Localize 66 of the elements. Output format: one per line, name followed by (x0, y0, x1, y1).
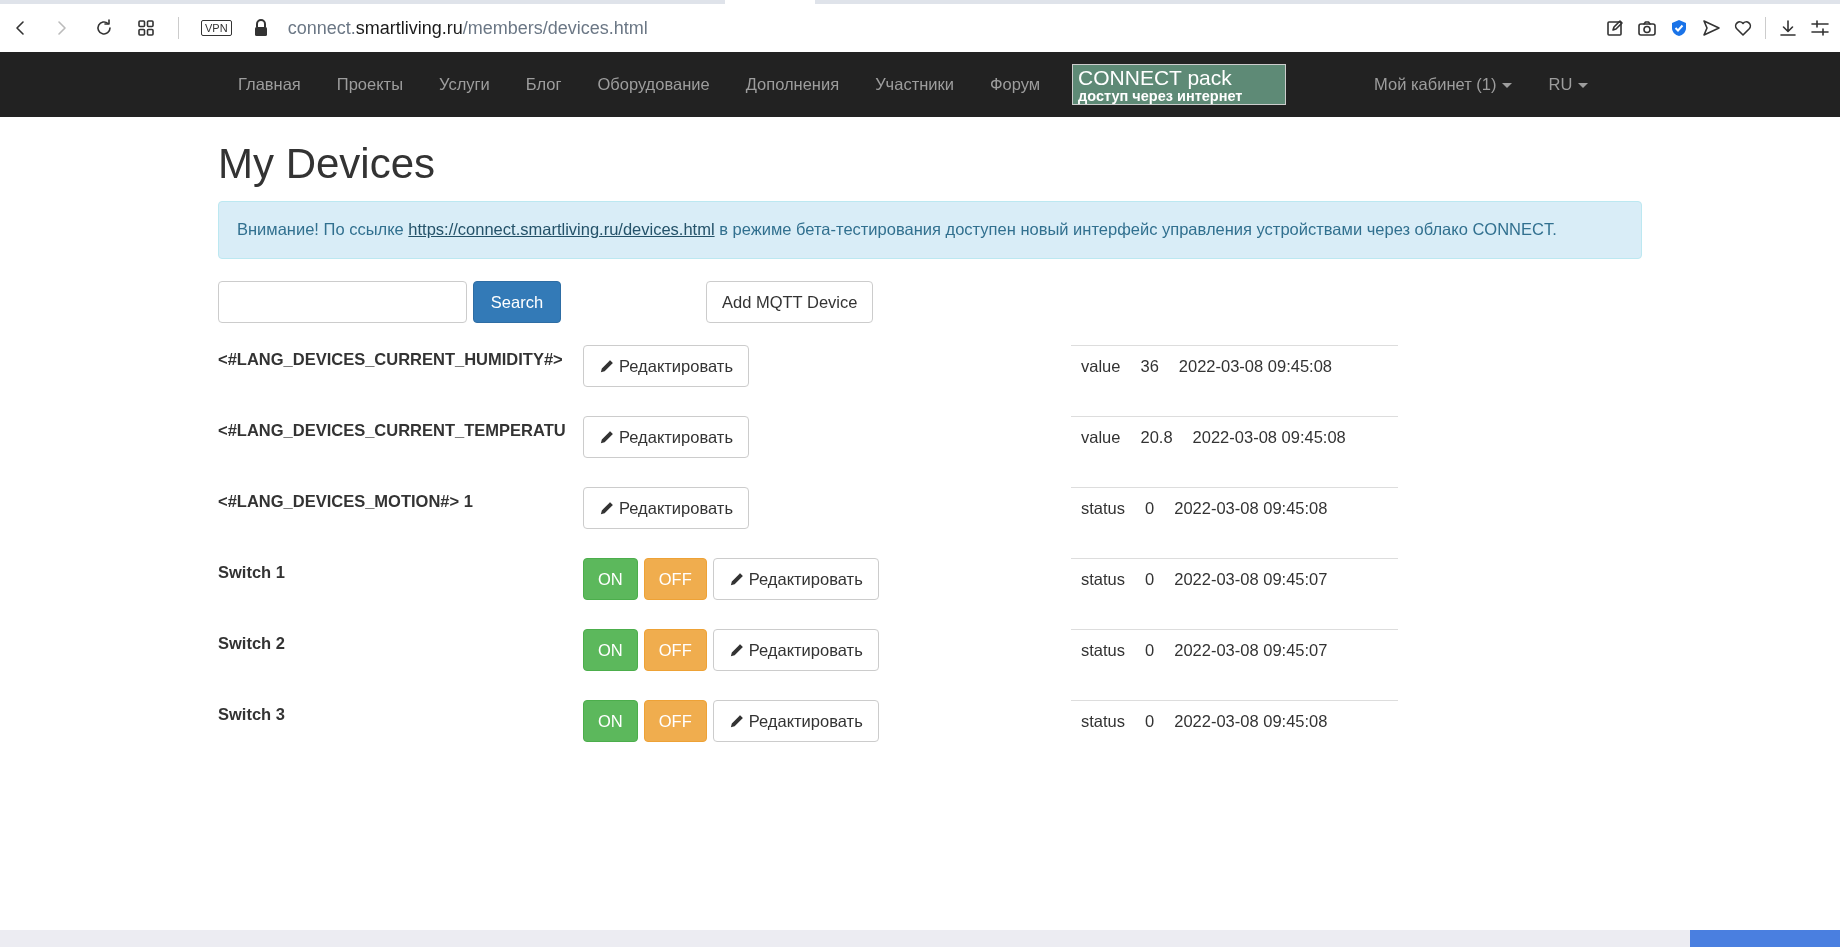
updated-time: 2022-03-08 09:45:08 (1173, 712, 1329, 732)
nav-link[interactable]: Главная (220, 75, 319, 94)
updated-time: 2022-03-08 09:45:07 (1173, 641, 1329, 661)
property-value: 0 (1144, 641, 1156, 661)
scrollbar[interactable] (0, 930, 1840, 947)
pencil-icon (728, 642, 744, 658)
download-icon[interactable] (1778, 18, 1798, 38)
add-device-button[interactable]: Add MQTT Device (706, 281, 874, 324)
property-name: value (1080, 428, 1122, 448)
device-name: <#LANG_DEVICES_CURRENT_TEMPERATU (218, 420, 567, 442)
updated-time: 2022-03-08 09:45:07 (1173, 570, 1329, 590)
address-bar[interactable]: connect.smartliving.ru/members/devices.html (287, 17, 648, 39)
sliders-icon[interactable] (1810, 18, 1830, 38)
device-name: Switch 2 (218, 633, 286, 655)
nav-link[interactable]: Оборудование (579, 75, 728, 94)
property-name: status (1080, 570, 1127, 590)
edit-button[interactable]: Редактировать (712, 629, 879, 672)
property-value: 0 (1144, 570, 1156, 590)
nav-link[interactable]: Услуги (421, 75, 508, 94)
devices-link[interactable]: https://connect.smartliving.ru/devices.html (408, 220, 715, 239)
pencil-icon (599, 429, 614, 445)
nav-link[interactable]: Дополнения (727, 75, 858, 94)
connect-pack-banner[interactable]: CONNECT pack доступ через интернет (1072, 63, 1287, 106)
heart-icon[interactable] (1733, 18, 1753, 38)
send-icon[interactable] (1701, 18, 1721, 38)
updated-time: 2022-03-08 09:45:08 (1191, 428, 1347, 448)
edit-icon[interactable] (1605, 18, 1625, 38)
pencil-icon (728, 571, 744, 587)
edit-button[interactable]: Редактировать (583, 416, 749, 459)
device-name: Switch 1 (218, 562, 286, 584)
edit-button[interactable]: Редактировать (712, 558, 879, 601)
property-value: 20.8 (1139, 428, 1174, 448)
reload-icon[interactable] (94, 18, 114, 38)
pencil-icon (728, 713, 744, 729)
camera-icon[interactable] (1637, 18, 1657, 38)
property-name: status (1080, 712, 1127, 732)
property-name: status (1080, 499, 1127, 519)
search-field[interactable] (218, 281, 467, 324)
property-name: value (1080, 357, 1122, 377)
device-name: Switch 3 (218, 704, 286, 726)
device-name: <#LANG_DEVICES_CURRENT_HUMIDITY#> (218, 349, 564, 371)
device-name: <#LANG_DEVICES_MOTION#> 1 (218, 491, 474, 513)
edit-button[interactable]: Редактировать (583, 487, 749, 530)
updated-time: 2022-03-08 09:45:08 (1177, 357, 1334, 377)
nav-link[interactable]: Участники (857, 75, 972, 94)
property-value: 0 (1144, 712, 1156, 732)
edit-button[interactable]: Редактировать (583, 345, 749, 388)
notice-alert: Внимание! По ссылке https://connect.smartliving.ru/devices.html в режиме бета-тестирования доступен новый интерфейс управления устройствами через облако CONNECT. (218, 201, 1642, 260)
property-value: 36 (1139, 357, 1160, 377)
edit-button[interactable]: Редактировать (712, 700, 879, 743)
nav-link[interactable]: Блог (507, 75, 580, 94)
grid-icon[interactable] (136, 18, 156, 38)
language-dropdown[interactable]: RU (1530, 75, 1607, 94)
pencil-icon (599, 500, 614, 516)
updated-time: 2022-03-08 09:45:08 (1173, 499, 1329, 519)
account-dropdown[interactable]: Мой кабинет (1) (1356, 75, 1531, 94)
property-value: 0 (1144, 499, 1156, 519)
lock-icon (253, 19, 268, 37)
nav-link[interactable]: Проекты (318, 75, 422, 94)
page-title: My Devices (218, 141, 437, 188)
property-name: status (1080, 641, 1127, 661)
shield-icon[interactable] (1669, 18, 1689, 38)
search-button[interactable]: Search (473, 281, 561, 324)
nav-link[interactable]: Форум (971, 75, 1059, 94)
vpn-badge[interactable]: VPN (201, 20, 232, 36)
pencil-icon (599, 358, 614, 374)
